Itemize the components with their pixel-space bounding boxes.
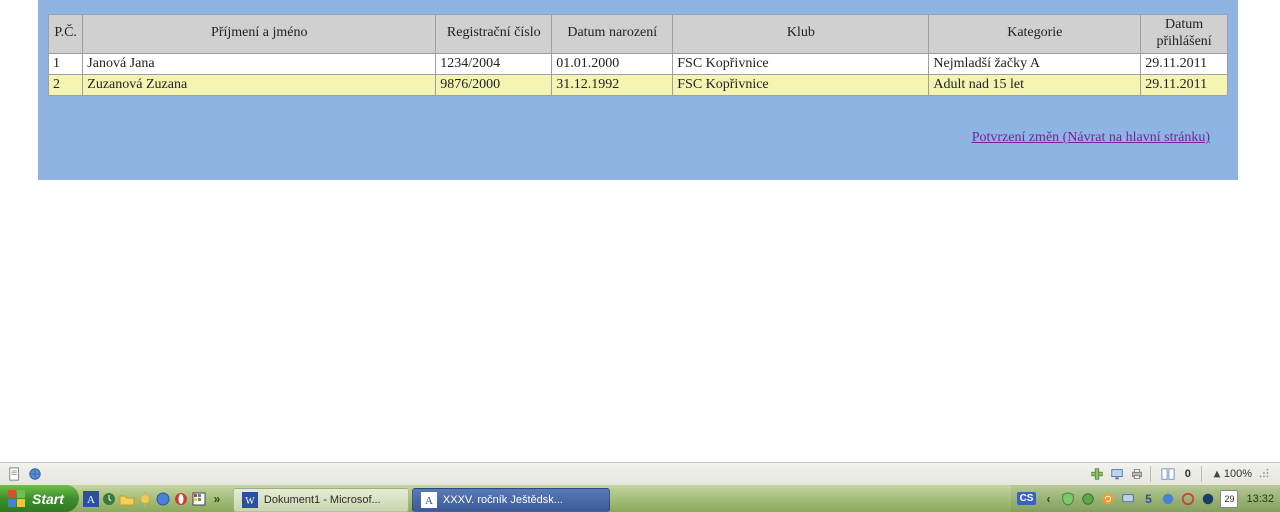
zoom-value: 100% — [1224, 468, 1252, 480]
number-five-icon[interactable]: 5 — [1140, 491, 1156, 507]
task-item-browser[interactable]: A XXXV. ročník Ještědsk... — [412, 488, 610, 512]
task-item-word[interactable]: W Dokument1 - Microsof... — [233, 488, 409, 512]
taskbar: Start A » W Dokument1 - M — [0, 485, 1280, 512]
windows-logo-icon — [8, 490, 26, 508]
cell-birth: 01.01.2000 — [552, 53, 673, 74]
cell-name: Zuzanová Zuzana — [83, 74, 436, 95]
svg-text:A: A — [425, 495, 433, 507]
divider-icon — [1201, 466, 1206, 482]
blue-circle-icon[interactable] — [1160, 491, 1176, 507]
word-icon: W — [242, 492, 258, 508]
cell-club: FSC Kopřivnice — [673, 53, 929, 74]
start-label: Start — [32, 491, 64, 507]
zoom-control[interactable]: 100% — [1212, 468, 1252, 480]
language-indicator[interactable]: CS — [1017, 492, 1037, 505]
printer-icon[interactable] — [1130, 467, 1144, 481]
table-header-row: P.Č. Příjmení a jméno Registrační číslo … — [49, 15, 1228, 54]
col-reg: Registrační číslo — [436, 15, 552, 54]
cell-club: FSC Kopřivnice — [673, 74, 929, 95]
opera-icon[interactable] — [173, 491, 189, 507]
content-panel: P.Č. Příjmení a jméno Registrační číslo … — [38, 0, 1238, 180]
sun-icon[interactable] — [137, 491, 153, 507]
resize-grip-icon[interactable] — [1258, 467, 1272, 481]
sync-icon[interactable] — [1100, 491, 1116, 507]
col-order: P.Č. — [49, 15, 83, 54]
tools-icon[interactable] — [1090, 467, 1104, 481]
table-row[interactable]: 1 Janová Jana 1234/2004 01.01.2000 FSC K… — [49, 53, 1228, 74]
col-birth: Datum narození — [552, 15, 673, 54]
loading-icon[interactable] — [1180, 491, 1196, 507]
cell-signup: 29.11.2011 — [1141, 74, 1228, 95]
task-label: Dokument1 - Microsof... — [264, 494, 381, 506]
cell-order: 1 — [49, 53, 83, 74]
col-signup: Datum přihlášení — [1141, 15, 1228, 54]
cell-category: Nejmladší žačky A — [929, 53, 1141, 74]
confirm-return-link[interactable]: Potvrzení změn (Návrat na hlavní stránku… — [972, 130, 1210, 146]
date-label: 29 — [1224, 493, 1234, 505]
globe-icon — [28, 467, 42, 481]
clock[interactable]: 13:32 — [1242, 493, 1274, 505]
folder-icon[interactable] — [119, 491, 135, 507]
chevron-right-icon[interactable]: » — [209, 491, 225, 507]
start-button[interactable]: Start — [0, 485, 79, 512]
table-row[interactable]: 2 Zuzanová Zuzana 9876/2000 31.12.1992 F… — [49, 74, 1228, 95]
page-count-value: 0 — [1181, 468, 1195, 480]
cell-signup: 29.11.2011 — [1141, 53, 1228, 74]
registration-table: P.Č. Příjmení a jméno Registrační číslo … — [48, 14, 1228, 96]
system-tray: CS ‹ 5 29 13:32 — [1011, 485, 1280, 512]
cell-birth: 31.12.1992 — [552, 74, 673, 95]
globe-icon[interactable] — [1080, 491, 1096, 507]
col-club: Klub — [673, 15, 929, 54]
chevron-left-icon[interactable]: ‹ — [1040, 491, 1056, 507]
cell-reg: 1234/2004 — [436, 53, 552, 74]
cell-order: 2 — [49, 74, 83, 95]
status-bar: 0 100% — [0, 462, 1280, 485]
divider-icon — [1150, 466, 1155, 482]
paint-icon[interactable] — [191, 491, 207, 507]
calendar-icon[interactable]: 29 — [1220, 490, 1238, 508]
clock-icon[interactable] — [101, 491, 117, 507]
col-name: Příjmení a jméno — [83, 15, 436, 54]
app-a-icon: A — [421, 492, 437, 508]
task-buttons: W Dokument1 - Microsof... A XXXV. ročník… — [229, 485, 610, 512]
monitor-icon[interactable] — [1110, 467, 1124, 481]
network-icon[interactable] — [155, 491, 171, 507]
svg-text:W: W — [245, 496, 255, 507]
page-count-icon[interactable] — [1161, 467, 1175, 481]
app-a-icon[interactable]: A — [83, 491, 99, 507]
cell-category: Adult nad 15 let — [929, 74, 1141, 95]
five-label: 5 — [1145, 492, 1152, 506]
shield-icon[interactable] — [1060, 491, 1076, 507]
cell-reg: 9876/2000 — [436, 74, 552, 95]
cell-name: Janová Jana — [83, 53, 436, 74]
monitor-icon[interactable] — [1120, 491, 1136, 507]
quick-launch: A » — [79, 485, 229, 512]
col-category: Kategorie — [929, 15, 1141, 54]
page-icon — [8, 467, 22, 481]
dark-circle-icon[interactable] — [1200, 491, 1216, 507]
svg-text:A: A — [87, 494, 95, 506]
task-label: XXXV. ročník Ještědsk... — [443, 494, 563, 506]
